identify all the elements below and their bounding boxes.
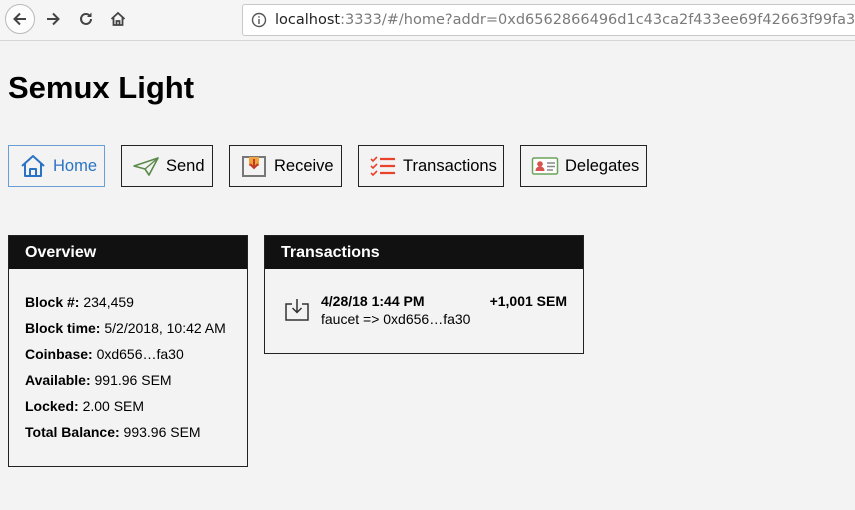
url-path: :3333/#/home?addr=0xd6562866496d1c43ca2f…: [340, 12, 855, 28]
arrow-left-icon: [13, 12, 26, 26]
nav-home-label: Home: [53, 156, 98, 175]
transaction-amount: +1,001 SEM: [489, 293, 567, 309]
overview-row-block-time: Block time: 5/2/2018, 10:42 AM: [25, 320, 247, 346]
reload-icon: [80, 12, 92, 25]
transaction-date: 4/28/18 1:44 PM: [321, 293, 425, 309]
forward-button[interactable]: [38, 4, 68, 34]
overview-row-available: Available: 991.96 SEM: [25, 372, 247, 398]
browser-toolbar: localhost:3333/#/home?addr=0xd6562866496…: [0, 0, 855, 41]
overview-row-total-balance: Total Balance: 993.96 SEM: [25, 424, 247, 450]
receive-tray-icon: [240, 154, 268, 178]
paper-plane-icon: [132, 154, 160, 178]
overview-value: 991.96 SEM: [94, 372, 172, 388]
checklist-icon: [369, 154, 397, 178]
overview-list: Block #: 234,459 Block time: 5/2/2018, 1…: [9, 269, 247, 450]
arrow-right-icon: [47, 12, 60, 26]
overview-panel: Overview Block #: 234,459 Block time: 5/…: [8, 235, 248, 467]
overview-label: Block #:: [25, 294, 80, 310]
home-icon: [19, 154, 47, 178]
overview-row-coinbase: Coinbase: 0xd656…fa30: [25, 346, 247, 372]
transactions-panel: Transactions 4/28/18 1:44 PM faucet => 0…: [264, 235, 584, 354]
overview-label: Locked:: [25, 398, 79, 414]
transaction-item[interactable]: 4/28/18 1:44 PM faucet => 0xd656…fa30 +1…: [265, 269, 583, 349]
transactions-title: Transactions: [265, 236, 583, 269]
app-title: Semux Light: [8, 70, 195, 105]
overview-label: Total Balance:: [25, 424, 120, 440]
nav-send-label: Send: [166, 156, 205, 175]
nav-transactions-label: Transactions: [403, 156, 497, 175]
url-host: localhost: [275, 12, 341, 28]
overview-value: 5/2/2018, 10:42 AM: [104, 320, 226, 336]
address-bar[interactable]: localhost:3333/#/home?addr=0xd6562866496…: [242, 4, 855, 36]
nav-delegates-button[interactable]: Delegates: [520, 145, 647, 187]
overview-label: Block time:: [25, 320, 101, 336]
nav-receive-label: Receive: [274, 156, 334, 175]
overview-row-locked: Locked: 2.00 SEM: [25, 398, 247, 424]
back-button[interactable]: [5, 4, 35, 34]
browser-home-button[interactable]: [103, 4, 133, 34]
info-icon[interactable]: [251, 12, 267, 28]
overview-value: 2.00 SEM: [82, 398, 145, 414]
overview-title: Overview: [9, 236, 247, 269]
overview-label: Coinbase:: [25, 346, 93, 362]
overview-row-block-number: Block #: 234,459: [25, 294, 247, 320]
overview-value: 234,459: [83, 294, 134, 310]
download-icon: [284, 298, 310, 327]
overview-value: 0xd656…fa30: [96, 346, 184, 362]
nav-receive-button[interactable]: Receive: [229, 145, 342, 187]
nav-delegates-label: Delegates: [565, 156, 640, 175]
reload-button[interactable]: [71, 4, 101, 34]
nav-home-button[interactable]: Home: [8, 145, 105, 187]
home-icon: [110, 11, 126, 26]
id-card-icon: [531, 154, 559, 178]
nav-send-button[interactable]: Send: [121, 145, 213, 187]
transaction-description: faucet => 0xd656…fa30: [321, 311, 471, 327]
nav-transactions-button[interactable]: Transactions: [358, 145, 504, 187]
overview-label: Available:: [25, 372, 91, 388]
overview-value: 993.96 SEM: [123, 424, 201, 440]
